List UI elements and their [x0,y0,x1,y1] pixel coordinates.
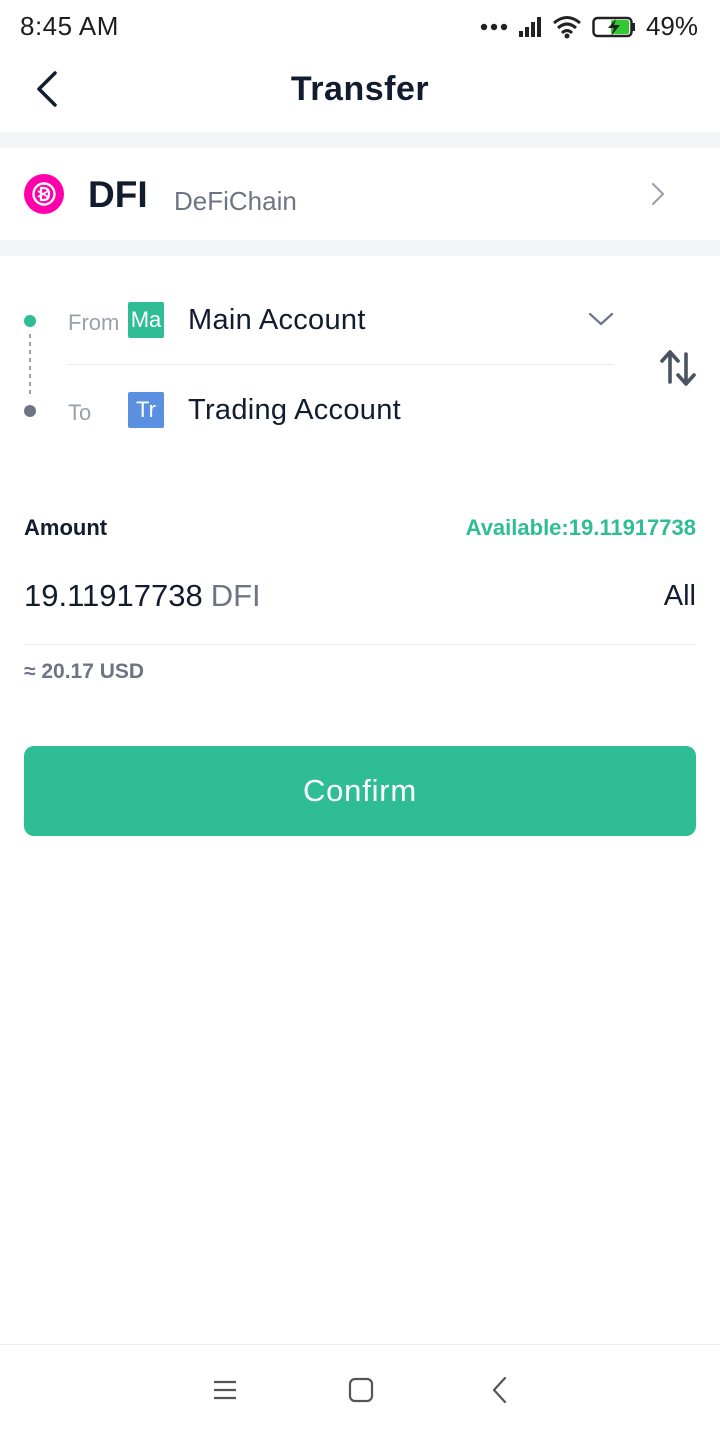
coin-chain: DeFiChain [174,186,297,216]
available-balance: Available:19.11917738 [465,515,696,540]
chevron-right-icon [646,180,670,208]
section-divider [0,240,720,256]
home-button[interactable] [341,1372,381,1412]
menu-icon [212,1379,238,1406]
coin-selector[interactable]: DFI DeFiChain [0,148,720,240]
account-divider [68,364,614,365]
section-divider [0,132,720,148]
status-bar: 8:45 AM 49% [0,0,720,52]
page-title: Transfer [290,70,430,108]
trading-account-badge: Tr [128,392,164,428]
dotted-connector [29,334,31,398]
amount-label: Amount [24,515,108,540]
menu-button[interactable] [205,1372,245,1412]
battery-charging-icon [592,16,636,38]
from-dot [24,315,36,327]
all-button[interactable]: All [664,580,696,613]
to-dot [24,405,36,417]
home-square-icon [348,1377,374,1408]
dfi-coin-icon [24,174,64,214]
chevron-down-icon[interactable] [586,306,616,332]
dots-icon [480,23,508,31]
from-label: From [68,310,120,335]
to-account-name[interactable]: Trading Account [188,394,401,427]
nav-divider [0,1344,720,1345]
swap-accounts-icon[interactable] [656,344,700,392]
back-triangle-icon [490,1376,510,1409]
signal-icon [518,16,542,38]
system-back-button[interactable] [480,1372,520,1412]
amount-value: 19.11917738 [24,578,203,613]
amount-divider [24,644,696,645]
from-account-name[interactable]: Main Account [188,304,366,337]
status-time: 8:45 AM [20,11,119,41]
usd-approx: ≈ 20.17 USD [24,660,145,683]
amount-input[interactable]: 19.11917738 DFI [24,578,261,622]
status-icons: 49% [480,11,698,42]
amount-unit: DFI [210,578,261,613]
coin-symbol: DFI [88,174,148,215]
to-label: To [68,400,92,425]
wifi-icon [552,15,582,39]
battery-percent: 49% [645,11,698,41]
confirm-button[interactable]: Confirm [24,746,696,836]
main-account-badge: Ma [128,302,164,338]
